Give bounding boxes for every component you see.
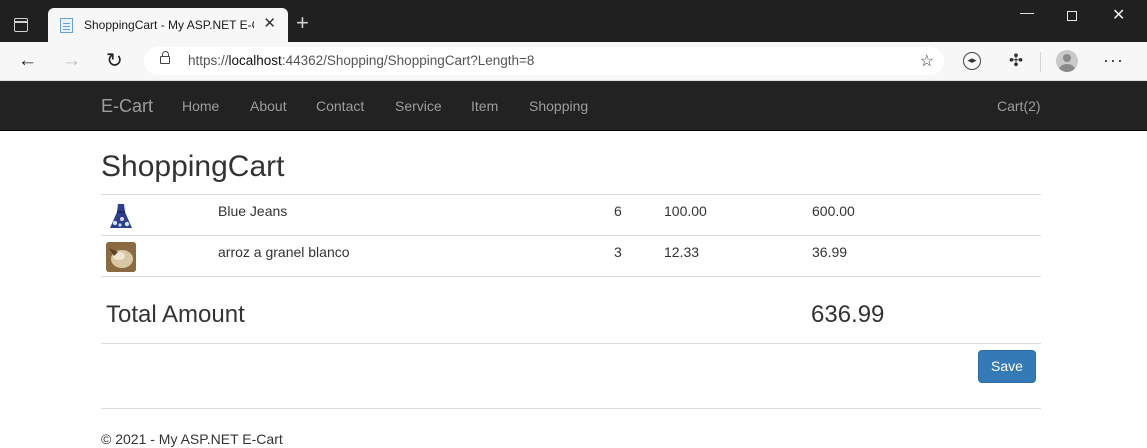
item-quantity: 3	[614, 244, 622, 260]
more-options-icon[interactable]: ···	[1103, 50, 1124, 71]
save-button[interactable]: Save	[978, 350, 1036, 383]
extensions-icon[interactable]: ✣	[1007, 52, 1025, 70]
item-name: Blue Jeans	[218, 203, 288, 219]
nav-link-contact[interactable]: Contact	[316, 98, 364, 114]
item-price: 12.33	[664, 244, 700, 260]
url-path: :44362/Shopping/ShoppingCart?Length=8	[281, 53, 535, 68]
lock-icon[interactable]	[160, 51, 170, 64]
nav-link-home[interactable]: Home	[182, 98, 219, 114]
tab-title: ShoppingCart - My ASP.NET E-Ca	[84, 18, 254, 32]
url-prefix: https://	[188, 53, 229, 68]
page-favicon-icon	[60, 18, 73, 33]
page-title: ShoppingCart	[101, 150, 285, 183]
tab-actions-icon[interactable]	[14, 18, 28, 32]
footer-copyright: © 2021 - My ASP.NET E-Cart	[101, 431, 283, 447]
item-price: 100.00	[664, 203, 707, 219]
window-close-icon[interactable]: ✕	[1112, 8, 1125, 24]
address-bar[interactable]: https://localhost:44362/Shopping/Shoppin…	[144, 47, 944, 75]
nav-link-about[interactable]: About	[250, 98, 287, 114]
site-navbar: E-Cart Home About Contact Service Item S…	[0, 81, 1147, 131]
item-amount: 600.00	[812, 203, 855, 219]
footer-divider	[101, 408, 1041, 409]
total-divider	[101, 343, 1041, 344]
table-row: Blue Jeans 6 100.00 600.00	[101, 195, 1041, 235]
profile-avatar-icon[interactable]	[1056, 50, 1078, 72]
address-toolbar: ← → ↻ https://localhost:44362/Shopping/S…	[0, 42, 1147, 81]
item-amount: 36.99	[812, 244, 848, 260]
item-quantity: 6	[614, 203, 622, 219]
forward-icon[interactable]: →	[62, 51, 81, 71]
minimize-icon[interactable]: —	[1020, 4, 1034, 20]
browser-tab-bar: ShoppingCart - My ASP.NET E-Ca ✕ + — ✕	[0, 0, 1147, 42]
item-name: arroz a granel blanco	[218, 244, 350, 260]
immersive-reader-icon[interactable]: ◂▸	[963, 52, 981, 70]
nav-link-item[interactable]: Item	[471, 98, 498, 114]
back-icon[interactable]: ←	[18, 51, 37, 71]
row-divider	[101, 276, 1041, 277]
url-text[interactable]: https://localhost:44362/Shopping/Shoppin…	[188, 53, 534, 68]
cart-link[interactable]: Cart(2)	[997, 98, 1041, 114]
reload-icon[interactable]: ↻	[106, 51, 123, 71]
maximize-icon[interactable]	[1067, 11, 1077, 21]
total-amount-label: Total Amount	[106, 301, 245, 328]
browser-tab[interactable]: ShoppingCart - My ASP.NET E-Ca ✕	[48, 8, 288, 42]
blue-dress-image	[106, 201, 136, 231]
new-tab-icon[interactable]: +	[296, 12, 309, 34]
add-favorite-icon[interactable]: ☆	[920, 51, 934, 71]
rice-product-image	[106, 242, 136, 272]
nav-link-service[interactable]: Service	[395, 98, 442, 114]
close-tab-icon[interactable]: ✕	[263, 15, 276, 33]
total-amount-value: 636.99	[811, 301, 885, 328]
toolbar-divider	[1040, 52, 1041, 72]
brand-link[interactable]: E-Cart	[101, 96, 153, 117]
table-row: arroz a granel blanco 3 12.33 36.99	[101, 236, 1041, 276]
url-host: localhost	[228, 53, 282, 68]
nav-link-shopping[interactable]: Shopping	[529, 98, 588, 114]
